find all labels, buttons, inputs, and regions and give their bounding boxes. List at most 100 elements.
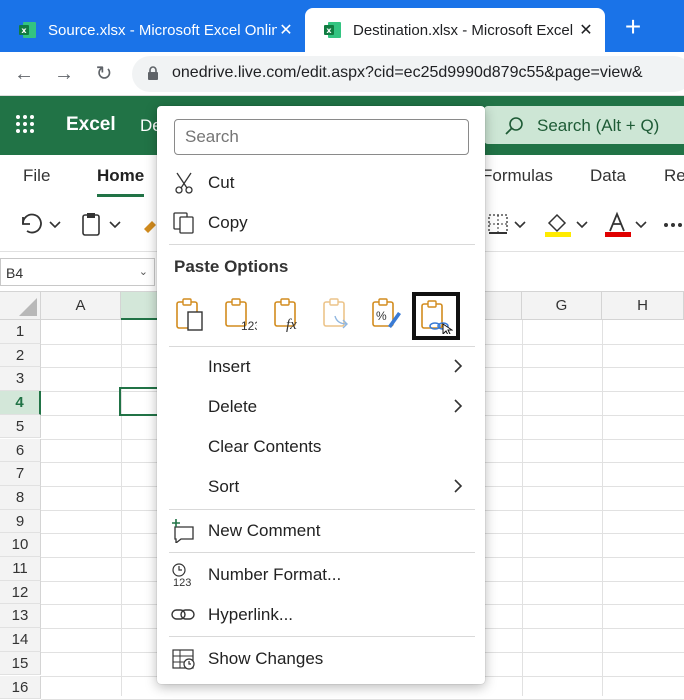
menu-item-delete[interactable]: Delete: [157, 387, 485, 427]
browser-tab-source[interactable]: x Source.xlsx - Microsoft Excel Online ✕: [0, 8, 305, 52]
menu-label: Show Changes: [208, 649, 324, 668]
paste-formatting-icon: %: [372, 298, 401, 328]
menu-label: Copy: [208, 213, 248, 232]
excel-search-placeholder: Search (Alt + Q): [537, 116, 660, 135]
chevron-down-icon[interactable]: ⌄: [139, 265, 148, 278]
menu-label: Cut: [208, 173, 235, 192]
close-tab-icon[interactable]: ✕: [277, 20, 295, 40]
new-comment-icon: [172, 519, 194, 543]
tab-file[interactable]: File: [23, 166, 50, 186]
row-header-5[interactable]: 5: [0, 414, 41, 439]
paste-transpose-button[interactable]: [316, 292, 358, 336]
menu-item-copy[interactable]: Copy: [157, 203, 485, 243]
row-header-13[interactable]: 13: [0, 604, 41, 629]
select-all-button[interactable]: [0, 292, 41, 320]
row-header-8[interactable]: 8: [0, 485, 41, 510]
menu-search-input[interactable]: [174, 119, 469, 155]
name-box[interactable]: B4 ⌄: [0, 258, 155, 286]
address-bar: ← → ↻ onedrive.live.com/edit.aspx?cid=ec…: [0, 52, 684, 96]
browser-tab-destination[interactable]: x Destination.xlsx - Microsoft Excel Onl…: [305, 8, 605, 52]
row-header-11[interactable]: 11: [0, 557, 41, 581]
svg-text:%: %: [376, 309, 387, 323]
paste-link-icon: [421, 300, 453, 334]
paste-values-button[interactable]: 123: [218, 292, 260, 336]
font-color-icon[interactable]: [604, 211, 652, 237]
undo-icon[interactable]: [18, 211, 64, 237]
context-menu: Cut Copy Paste Options 123 fx % Insert D…: [157, 106, 485, 684]
app-name[interactable]: Excel: [66, 114, 116, 136]
column-header-b[interactable]: [121, 292, 161, 320]
paste-transpose-icon: [323, 298, 348, 329]
number-format-icon: 123: [172, 563, 191, 587]
fill-color-icon[interactable]: [543, 211, 591, 237]
paste-button[interactable]: [169, 292, 211, 336]
reload-icon[interactable]: ↻: [90, 60, 118, 88]
menu-item-show-changes[interactable]: Show Changes: [157, 639, 485, 679]
app-launcher-icon[interactable]: [15, 114, 35, 134]
menu-label: Insert: [208, 357, 251, 376]
url-field[interactable]: onedrive.live.com/edit.aspx?cid=ec25d999…: [132, 56, 684, 92]
paste-options-row: 123 fx %: [157, 288, 485, 340]
url-text: onedrive.live.com/edit.aspx?cid=ec25d999…: [172, 64, 643, 81]
menu-label: Hyperlink...: [208, 605, 294, 624]
menu-item-sort[interactable]: Sort: [157, 467, 485, 507]
menu-item-new-comment[interactable]: New Comment: [157, 511, 485, 551]
menu-item-clear-contents[interactable]: Clear Contents: [157, 427, 485, 467]
menu-label: Number Format...: [208, 565, 342, 584]
menu-item-hyperlink[interactable]: Hyperlink...: [157, 595, 485, 635]
more-options-icon[interactable]: [662, 211, 684, 237]
row-header-1[interactable]: 1: [0, 320, 41, 344]
browser-tab-strip: x Source.xlsx - Microsoft Excel Online ✕…: [0, 0, 684, 52]
column-header-h[interactable]: H: [602, 292, 684, 320]
show-changes-icon: [172, 649, 195, 670]
row-header-14[interactable]: 14: [0, 628, 41, 652]
row-header-3[interactable]: 3: [0, 367, 41, 392]
row-header-12[interactable]: 12: [0, 580, 41, 605]
close-tab-icon[interactable]: ✕: [577, 20, 595, 40]
column-header-f[interactable]: [485, 292, 522, 320]
menu-label: Sort: [208, 477, 240, 496]
paste-link-button[interactable]: [412, 292, 460, 340]
new-tab-icon[interactable]: +: [618, 12, 648, 42]
svg-text:x: x: [326, 26, 332, 35]
row-header-9[interactable]: 9: [0, 509, 41, 534]
tab-title: Destination.xlsx - Microsoft Excel Onlin…: [353, 21, 577, 39]
column-header-a[interactable]: A: [41, 292, 121, 320]
row-header-10[interactable]: 10: [0, 533, 41, 557]
tab-home[interactable]: Home: [97, 166, 145, 197]
svg-text:123: 123: [241, 319, 257, 332]
svg-text:123: 123: [173, 577, 191, 587]
menu-item-number-format[interactable]: 123 Number Format...: [157, 555, 485, 595]
excel-file-icon: x: [19, 22, 36, 38]
tab-data[interactable]: Data: [590, 166, 626, 186]
paste-options-title: Paste Options: [174, 257, 289, 276]
paste-formatting-button[interactable]: %: [365, 292, 407, 336]
back-icon[interactable]: ←: [10, 60, 38, 88]
paste-icon[interactable]: [78, 211, 126, 237]
paste-formulas-icon: fx: [274, 298, 297, 332]
search-icon: [505, 117, 523, 135]
row-header-7[interactable]: 7: [0, 462, 41, 486]
menu-label: Clear Contents: [208, 437, 322, 456]
paste-formulas-button[interactable]: fx: [267, 292, 309, 336]
row-header-2[interactable]: 2: [0, 343, 41, 368]
column-header-g[interactable]: G: [522, 292, 602, 320]
chevron-right-icon: [454, 479, 463, 493]
excel-search-box[interactable]: Search (Alt + Q): [484, 106, 684, 144]
lock-icon: [148, 66, 158, 80]
row-header-15[interactable]: 15: [0, 651, 41, 676]
menu-label: New Comment: [208, 521, 321, 540]
row-header-6[interactable]: 6: [0, 438, 41, 463]
active-cell-b4[interactable]: [119, 387, 161, 416]
forward-icon[interactable]: →: [50, 60, 78, 88]
format-painter-icon[interactable]: [142, 211, 158, 237]
menu-item-cut[interactable]: Cut: [157, 163, 485, 203]
svg-text:fx: fx: [286, 317, 297, 332]
tab-review[interactable]: Re: [664, 166, 684, 186]
borders-icon[interactable]: [487, 211, 531, 237]
menu-item-insert[interactable]: Insert: [157, 347, 485, 387]
chevron-right-icon: [454, 399, 463, 413]
row-header-4[interactable]: 4: [0, 391, 41, 415]
tab-formulas[interactable]: Formulas: [482, 166, 553, 186]
paste-values-icon: 123: [225, 298, 257, 332]
